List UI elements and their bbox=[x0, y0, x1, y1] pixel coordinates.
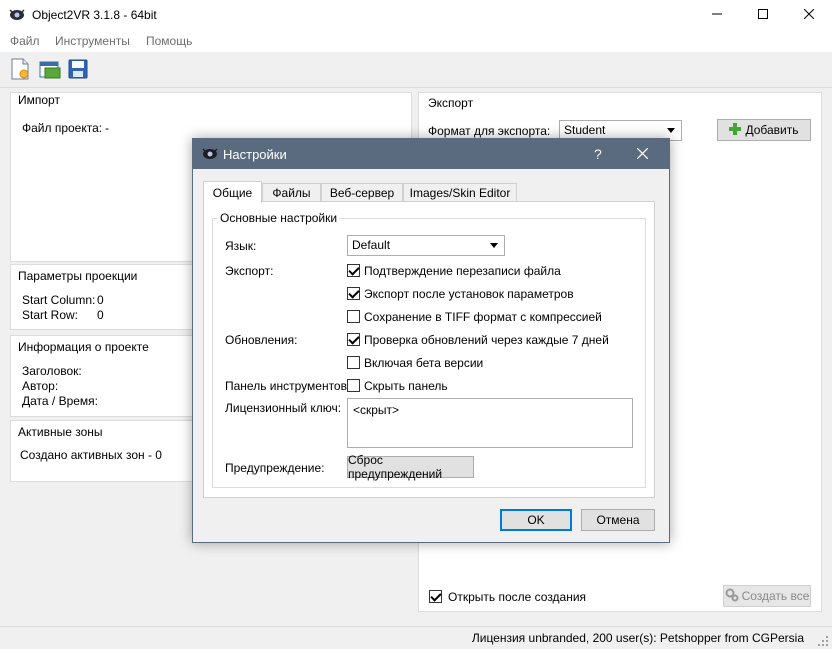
menu-tools[interactable]: Инструменты bbox=[55, 34, 130, 48]
export-title: Экспорт bbox=[428, 96, 474, 110]
menu-file[interactable]: Файл bbox=[10, 34, 40, 48]
window-title: Object2VR 3.1.8 - 64bit bbox=[32, 8, 157, 22]
project-info-title: Информация о проекте bbox=[18, 340, 149, 354]
add-format-label: Добавить bbox=[745, 123, 799, 137]
chevron-down-icon bbox=[667, 128, 675, 133]
add-format-button[interactable]: Добавить bbox=[717, 119, 811, 141]
cancel-button[interactable]: Отмена bbox=[581, 509, 655, 531]
status-bar: Лицензия unbranded, 200 user(s): Petshop… bbox=[0, 626, 832, 648]
confirm-overwrite-checkbox[interactable] bbox=[347, 264, 360, 277]
license-key-field[interactable]: <скрыт> bbox=[347, 398, 633, 448]
toolbar bbox=[0, 52, 832, 88]
updates-label: Обновления: bbox=[225, 333, 298, 347]
new-project-icon bbox=[10, 58, 30, 83]
menu-bar: Файл Инструменты Помощь bbox=[0, 30, 832, 52]
open-after-checkbox[interactable] bbox=[429, 590, 442, 603]
hotspots-count: Создано активных зон - 0 bbox=[20, 448, 162, 462]
save-button[interactable] bbox=[66, 58, 90, 82]
general-tab-page: Основные настройки Язык: Default Экспорт… bbox=[203, 201, 655, 498]
maximize-button[interactable] bbox=[740, 0, 786, 30]
tab-general[interactable]: Общие bbox=[203, 181, 262, 203]
open-project-button[interactable] bbox=[38, 58, 62, 82]
check-updates-checkbox[interactable] bbox=[347, 333, 360, 346]
title-bar: Object2VR 3.1.8 - 64bit bbox=[0, 0, 832, 30]
projection-title: Параметры проекции bbox=[18, 269, 138, 283]
license-status: Лицензия unbranded, 200 user(s): Petshop… bbox=[471, 631, 804, 645]
author-label: Автор: bbox=[22, 379, 59, 393]
menu-help[interactable]: Помощь bbox=[146, 34, 192, 48]
reset-warnings-button[interactable]: Сброс предупреждений bbox=[347, 453, 474, 481]
language-select[interactable]: Default bbox=[347, 235, 505, 256]
project-file-label: Файл проекта: bbox=[22, 121, 103, 135]
create-all-button[interactable]: Создать все bbox=[723, 585, 811, 607]
export-format-label: Формат для экспорта: bbox=[428, 124, 551, 138]
license-key-label: Лицензионный ключ: bbox=[225, 401, 342, 415]
ok-button[interactable]: OK bbox=[500, 509, 572, 531]
include-beta-label: Включая бета версии bbox=[364, 356, 484, 370]
language-label: Язык: bbox=[225, 239, 257, 253]
language-value: Default bbox=[352, 238, 391, 252]
start-column-label: Start Column: bbox=[22, 293, 96, 307]
app-logo-icon bbox=[9, 8, 25, 22]
dialog-title-bar: Настройки ? bbox=[193, 139, 669, 169]
help-button[interactable]: ? bbox=[594, 146, 602, 162]
dialog-close-button[interactable] bbox=[636, 147, 649, 162]
dialog-title: Настройки bbox=[223, 147, 287, 162]
save-icon bbox=[68, 59, 88, 82]
open-after-label: Открыть после создания bbox=[448, 590, 587, 604]
tiff-compression-label: Сохранение в TIFF формат с компрессией bbox=[364, 310, 602, 324]
export-after-settings-checkbox[interactable] bbox=[347, 287, 360, 300]
close-button[interactable] bbox=[786, 0, 832, 30]
open-project-icon bbox=[39, 59, 61, 82]
basic-settings-title: Основные настройки bbox=[218, 211, 340, 225]
include-beta-checkbox[interactable] bbox=[347, 356, 360, 369]
export-label: Экспорт: bbox=[225, 264, 274, 278]
import-title: Импорт bbox=[16, 93, 62, 107]
project-file-value: - bbox=[105, 121, 109, 135]
plus-icon bbox=[729, 122, 742, 138]
export-after-settings-label: Экспорт после установок параметров bbox=[364, 287, 574, 301]
start-row-value: 0 bbox=[97, 308, 104, 322]
create-all-label: Создать все bbox=[741, 589, 810, 603]
minimize-button[interactable] bbox=[694, 0, 740, 30]
warning-label: Предупреждение: bbox=[225, 461, 325, 475]
start-column-value: 0 bbox=[97, 293, 104, 307]
tab-images-skin-editor[interactable]: Images/Skin Editor bbox=[403, 183, 517, 202]
close-icon bbox=[803, 8, 815, 22]
heading-label: Заголовок: bbox=[22, 364, 82, 378]
hide-panel-label: Скрыть панель bbox=[364, 379, 448, 393]
settings-dialog: Настройки ? Общие Файлы Веб-сервер Image… bbox=[192, 138, 670, 543]
tab-files[interactable]: Файлы bbox=[262, 183, 321, 202]
gears-icon bbox=[725, 588, 739, 605]
export-format-value: Student bbox=[564, 123, 606, 137]
check-updates-label: Проверка обновлений через каждые 7 дней bbox=[364, 333, 609, 347]
tiff-compression-checkbox[interactable] bbox=[347, 310, 360, 323]
app-logo-icon bbox=[202, 147, 218, 164]
toolbar-label: Панель инструментов: bbox=[225, 379, 351, 393]
start-row-label: Start Row: bbox=[22, 308, 79, 322]
minimize-icon bbox=[712, 8, 722, 22]
hide-panel-checkbox[interactable] bbox=[347, 379, 360, 392]
new-project-button[interactable] bbox=[8, 58, 32, 82]
chevron-down-icon bbox=[490, 243, 498, 248]
confirm-overwrite-label: Подтверждение перезаписи файла bbox=[364, 264, 561, 278]
resize-grip-icon[interactable] bbox=[818, 635, 828, 649]
tab-web-server[interactable]: Веб-сервер bbox=[321, 183, 403, 202]
maximize-icon bbox=[758, 8, 768, 22]
license-key-value: <скрыт> bbox=[353, 403, 400, 417]
close-icon bbox=[636, 147, 649, 162]
date-label: Дата / Время: bbox=[22, 394, 99, 408]
hotspots-title: Активные зоны bbox=[18, 425, 103, 439]
